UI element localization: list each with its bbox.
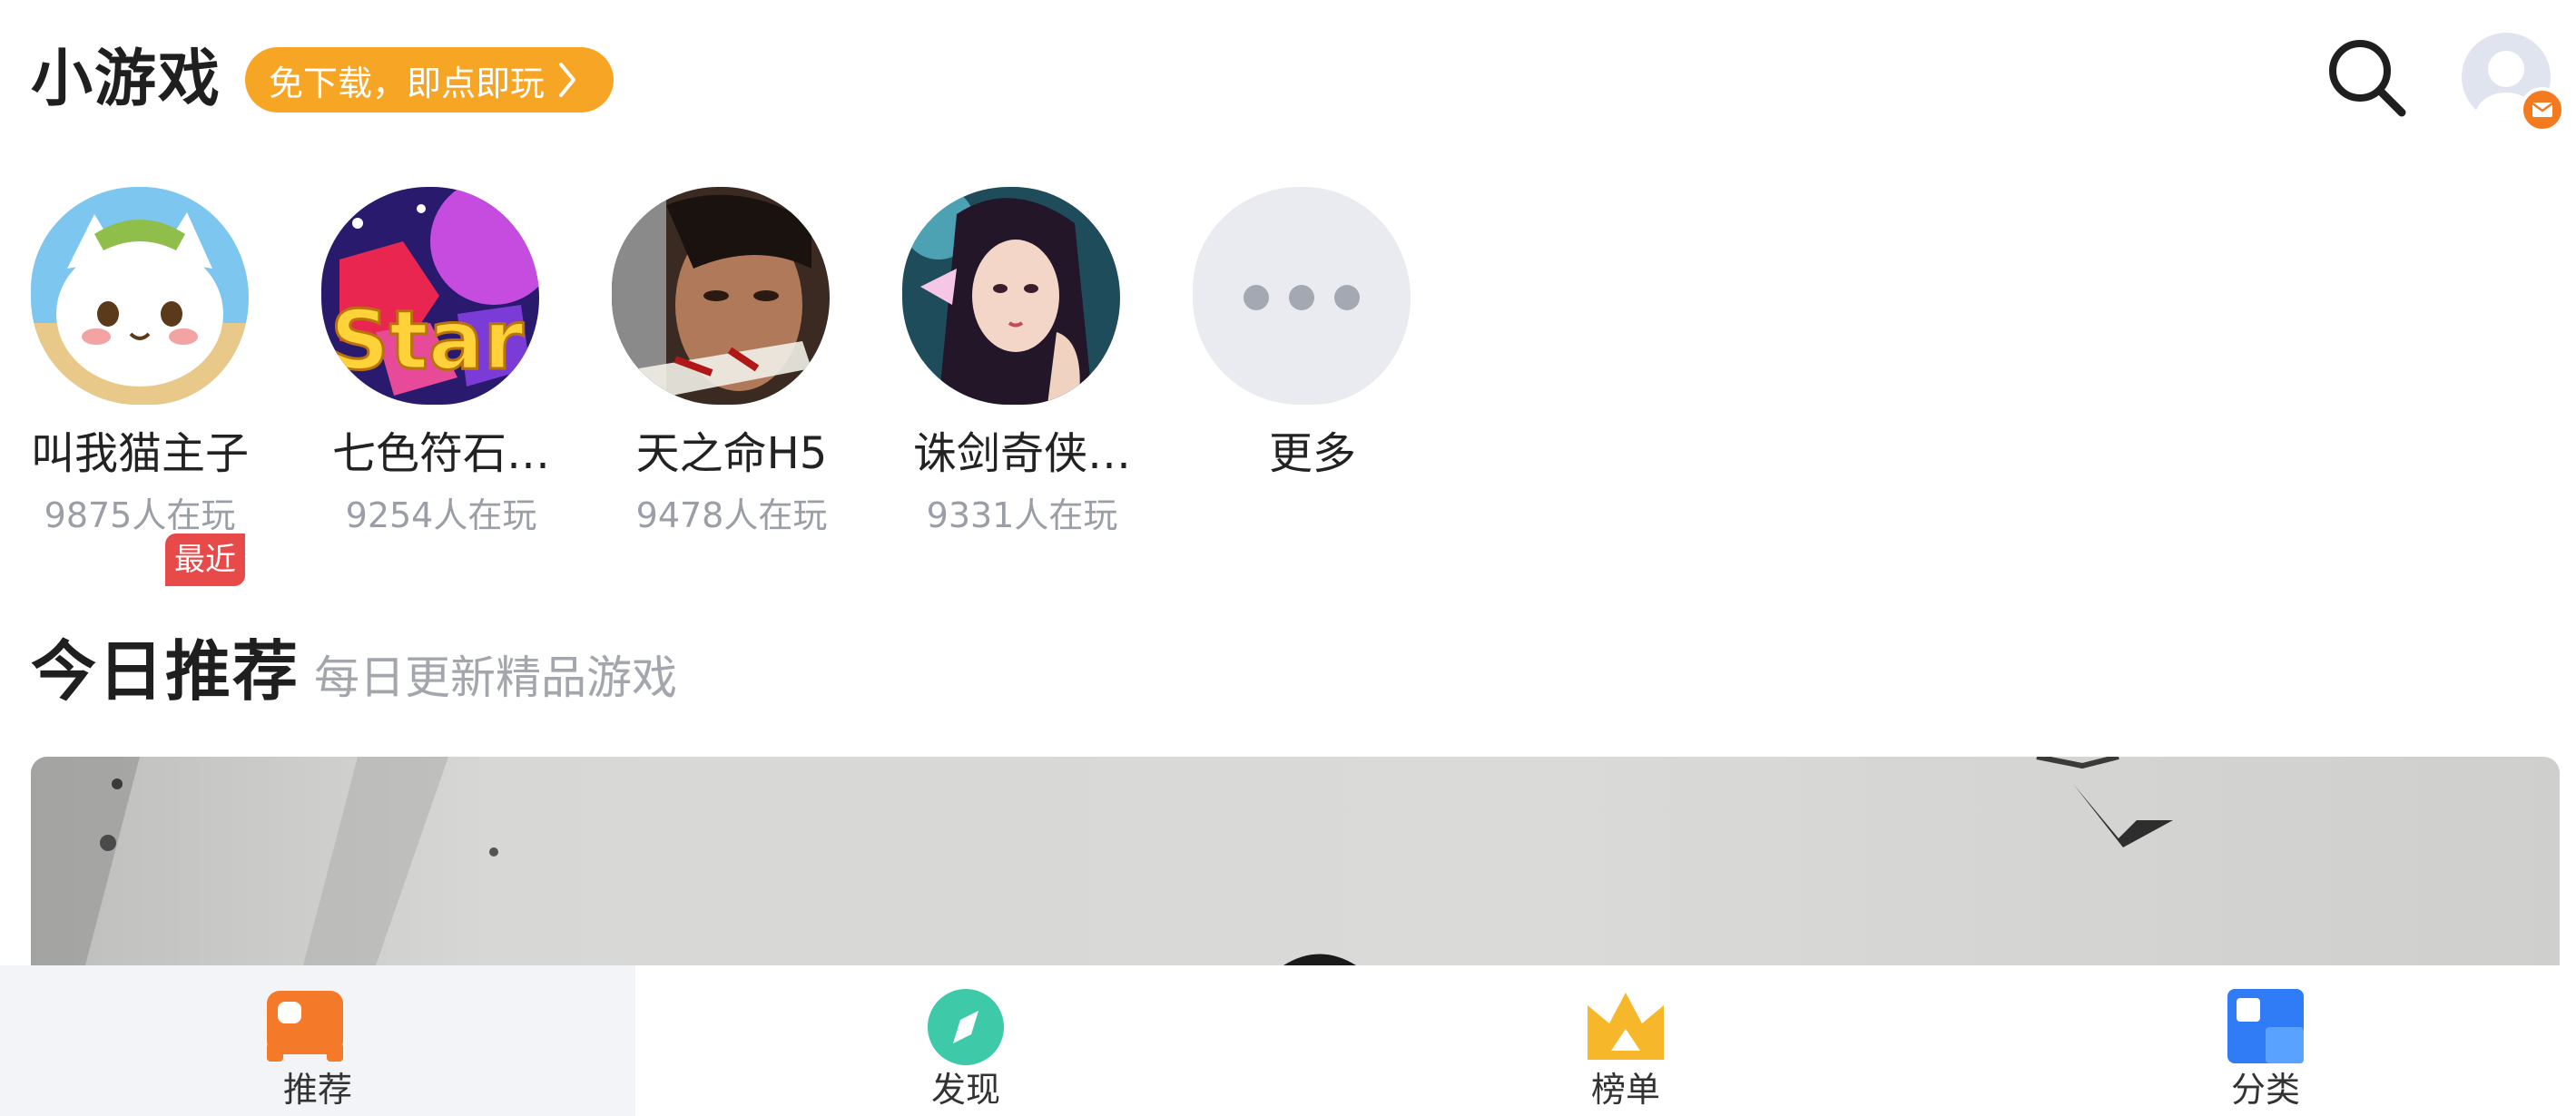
more-games-item[interactable]: 更多	[1162, 187, 1452, 550]
envelope-icon	[2532, 102, 2553, 117]
featured-banner[interactable]	[31, 757, 2560, 965]
crown-icon	[1588, 993, 1664, 1060]
section-title: 今日推荐	[31, 633, 300, 710]
recent-games-row: 最近 叫我猫主子 9875人在玩 Star 七色符石… 9254人在玩 天之命H…	[0, 187, 1452, 586]
game-item[interactable]: 天之命H5 9478人在玩	[581, 187, 871, 550]
category-icon	[2227, 989, 2304, 1063]
compass-icon	[928, 989, 1004, 1065]
game-item[interactable]: 最近 叫我猫主子 9875人在玩	[0, 187, 290, 586]
ink-painting-image	[31, 757, 2173, 965]
gem-star-game-icon: Star	[321, 187, 539, 405]
recent-badge: 最近	[165, 534, 245, 586]
heroine-game-icon	[902, 187, 1120, 405]
game-players: 9875人在玩	[44, 495, 236, 535]
header: 小游戏 免下载，即点即玩	[0, 0, 2576, 159]
promo-pill[interactable]: 免下载，即点即玩	[245, 47, 615, 113]
game-name: 叫我猫主子	[30, 428, 249, 479]
search-icon[interactable]	[2324, 34, 2411, 122]
more-dots-icon	[1193, 187, 1411, 405]
game-name: 七色符石…	[331, 428, 550, 479]
game-players: 9254人在玩	[345, 495, 537, 535]
game-item[interactable]: 诛剑奇侠… 9331人在玩	[871, 187, 1162, 550]
bottom-tab-bar: 推荐 发现 榜单 分类	[0, 965, 2576, 1116]
tab-label: 榜单	[1590, 1070, 1660, 1110]
section-subtitle: 每日更新精品游戏	[314, 651, 677, 704]
chevron-right-icon	[559, 63, 576, 97]
tab-ranking[interactable]: 榜单	[1296, 965, 1955, 1116]
game-item[interactable]: Star 七色符石… 9254人在玩	[290, 187, 581, 550]
game-name: 更多	[1268, 428, 1356, 479]
tab-category[interactable]: 分类	[1955, 965, 2576, 1116]
game-players: 9478人在玩	[635, 495, 828, 535]
tab-recommend[interactable]: 推荐	[0, 965, 635, 1116]
gamepad-icon	[267, 991, 343, 1062]
tab-discover[interactable]: 发现	[635, 965, 1296, 1116]
svg-text:Star: Star	[330, 293, 525, 388]
tab-label: 发现	[930, 1070, 1000, 1110]
page-title: 小游戏	[31, 44, 222, 115]
warrior-game-icon	[612, 187, 830, 405]
mail-badge[interactable]	[2520, 87, 2565, 132]
tab-label: 推荐	[282, 1070, 352, 1110]
game-name: 天之命H5	[635, 428, 828, 479]
cat-game-icon	[31, 187, 249, 405]
tab-label: 分类	[2230, 1070, 2300, 1110]
game-name: 诛剑奇侠…	[912, 428, 1131, 479]
game-players: 9331人在玩	[926, 495, 1118, 535]
promo-text: 免下载，即点即玩	[269, 63, 546, 103]
